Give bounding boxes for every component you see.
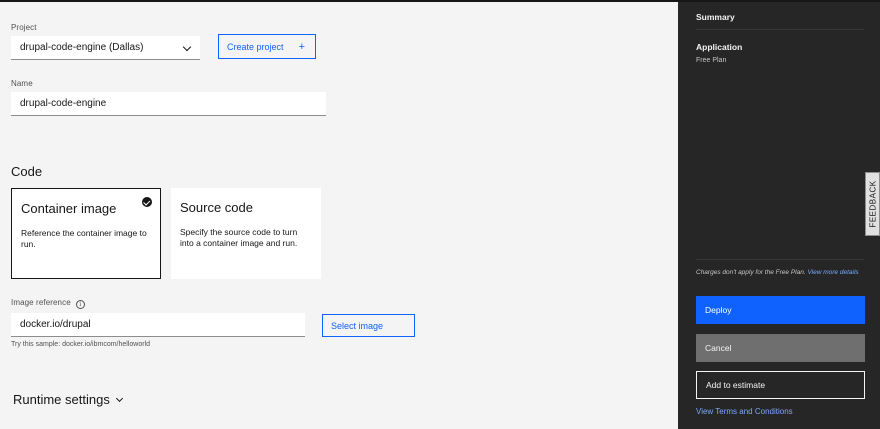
add-to-estimate-label: Add to estimate bbox=[706, 380, 766, 390]
chevron-down-icon bbox=[182, 42, 192, 52]
tile-container-image-description: Reference the container image to run. bbox=[21, 228, 147, 249]
application-title: Application bbox=[696, 42, 743, 52]
checkmark-filled-icon bbox=[142, 197, 152, 207]
project-select-value: drupal-code-engine (Dallas) bbox=[20, 42, 144, 53]
name-label: Name bbox=[11, 79, 33, 88]
cancel-button[interactable]: Cancel bbox=[696, 334, 865, 362]
create-application-form: Project drupal-code-engine (Dallas) Crea… bbox=[0, 2, 678, 429]
name-input-value: drupal-code-engine bbox=[20, 98, 107, 109]
create-project-button[interactable]: Create project + bbox=[218, 34, 316, 59]
deploy-button[interactable]: Deploy bbox=[696, 296, 865, 324]
name-input[interactable]: drupal-code-engine bbox=[11, 92, 326, 116]
project-label: Project bbox=[11, 23, 37, 32]
deploy-label: Deploy bbox=[705, 305, 732, 315]
application-plan: Free Plan bbox=[696, 57, 727, 64]
add-to-estimate-button[interactable]: Add to estimate bbox=[696, 371, 865, 399]
divider bbox=[696, 29, 864, 30]
image-reference-label-text: Image reference bbox=[11, 298, 71, 307]
divider bbox=[696, 259, 864, 260]
view-more-details-link[interactable]: View more details bbox=[807, 269, 858, 276]
view-terms-link[interactable]: View Terms and Conditions bbox=[696, 407, 793, 416]
runtime-settings-toggle[interactable]: Runtime settings bbox=[13, 392, 123, 407]
feedback-label: FEEDBACK bbox=[868, 180, 877, 228]
charges-note: Charges don't apply for the Free Plan. V… bbox=[696, 268, 864, 277]
information-icon[interactable]: i bbox=[75, 300, 85, 309]
chevron-down-icon bbox=[115, 394, 123, 403]
tile-container-image-title: Container image bbox=[21, 201, 117, 216]
plus-icon: + bbox=[298, 41, 305, 53]
tile-container-image[interactable]: Container image Reference the container … bbox=[11, 188, 161, 279]
charges-text: Charges don't apply for the Free Plan. bbox=[696, 269, 806, 276]
tile-source-code[interactable]: Source code Specify the source code to t… bbox=[171, 188, 321, 279]
create-project-label: Create project bbox=[227, 41, 284, 52]
select-image-button[interactable]: Select image bbox=[322, 314, 415, 337]
cancel-label: Cancel bbox=[705, 343, 732, 353]
summary-panel: Summary Application Free Plan Charges do… bbox=[678, 2, 880, 429]
feedback-tab[interactable]: FEEDBACK bbox=[865, 172, 880, 236]
image-reference-helper: Try this sample: docker.io/ibmcom/hellow… bbox=[11, 341, 151, 348]
summary-title: Summary bbox=[696, 12, 735, 22]
project-select[interactable]: drupal-code-engine (Dallas) bbox=[11, 36, 200, 60]
tile-source-code-title: Source code bbox=[180, 200, 253, 215]
select-image-label: Select image bbox=[331, 320, 384, 331]
code-section-title: Code bbox=[11, 164, 43, 179]
image-reference-value: docker.io/drupal bbox=[20, 319, 91, 330]
tile-source-code-description: Specify the source code to turn into a c… bbox=[180, 227, 298, 248]
image-reference-label: Image reference i bbox=[11, 298, 85, 309]
image-reference-input[interactable]: docker.io/drupal bbox=[11, 313, 305, 337]
runtime-settings-title: Runtime settings bbox=[13, 392, 110, 407]
